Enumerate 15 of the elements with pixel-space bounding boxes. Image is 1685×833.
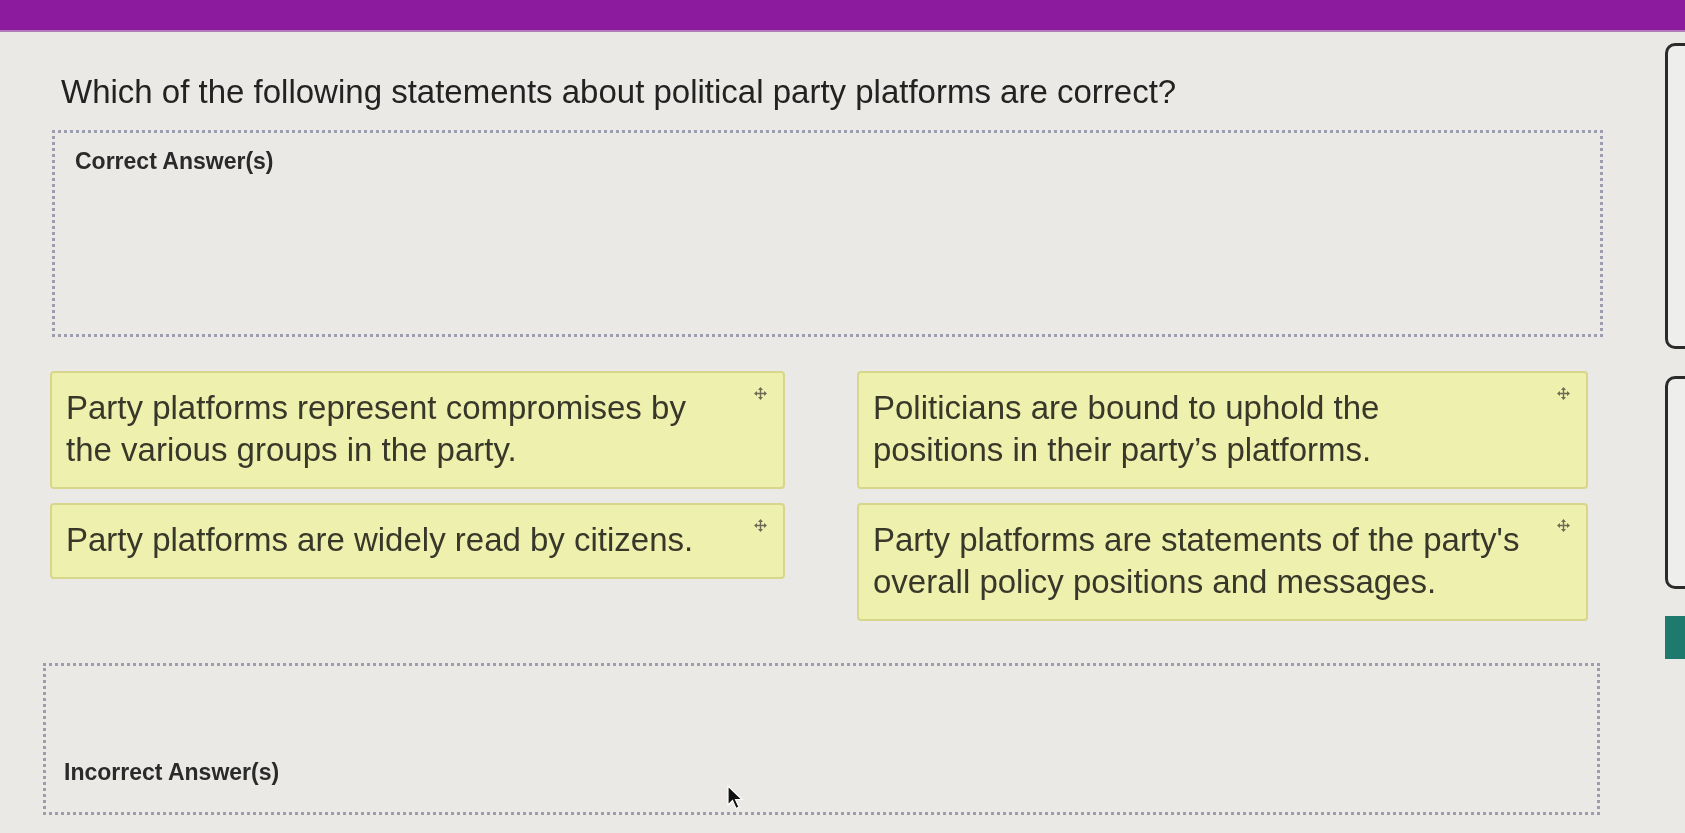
drop-zone[interactable]: Correct Answer(s) bbox=[52, 130, 1603, 337]
answer-card[interactable]: Party platforms are statements of the party's overall policy positions and messages. bbox=[857, 503, 1588, 621]
answer-card[interactable]: Party platforms are widely read by citizens. bbox=[50, 503, 785, 579]
move-icon bbox=[1557, 387, 1570, 400]
zone-label: Correct Answer(s) bbox=[75, 147, 274, 175]
question-text: Which of the following statements about political party platforms are correct? bbox=[61, 72, 1177, 112]
move-icon bbox=[754, 387, 767, 400]
answer-card[interactable]: Politicians are bound to uphold the positions in their party’s platforms. bbox=[857, 371, 1588, 489]
move-icon bbox=[754, 519, 767, 532]
answer-card[interactable]: Party platforms represent compromises by the various groups in the party. bbox=[50, 371, 785, 489]
zone-label: Incorrect Answer(s) bbox=[64, 758, 280, 786]
side-block bbox=[1665, 616, 1685, 659]
pointer-cursor-icon bbox=[727, 785, 744, 810]
move-icon bbox=[1557, 519, 1570, 532]
drop-zone[interactable]: Incorrect Answer(s) bbox=[43, 663, 1600, 815]
